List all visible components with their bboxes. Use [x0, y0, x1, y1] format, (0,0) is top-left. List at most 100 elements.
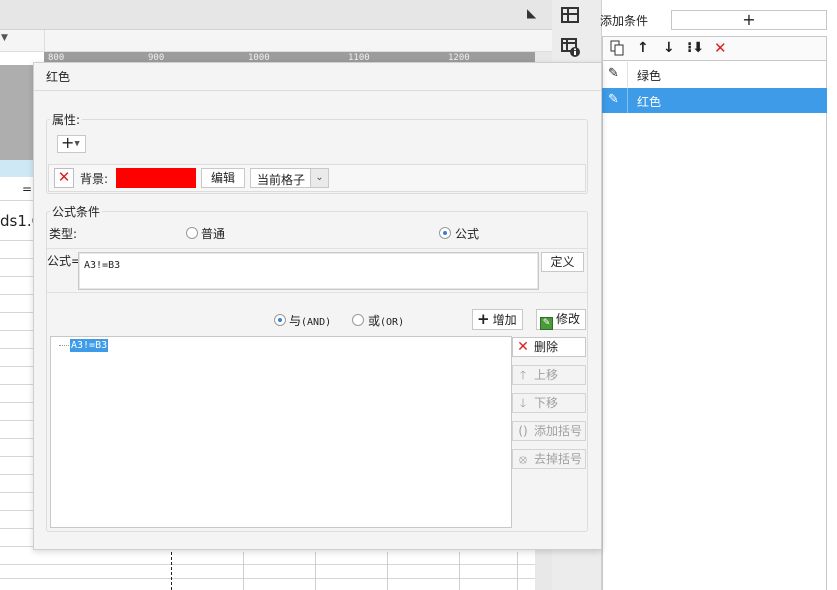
type-normal-label[interactable]: 普通: [201, 225, 225, 242]
logic-and-code: (AND): [301, 317, 332, 328]
chevron-down-icon[interactable]: ⌄: [310, 169, 328, 187]
plus-icon: +: [477, 310, 490, 328]
grid-line: [387, 552, 388, 590]
move-up-button[interactable]: 🡑 上移: [512, 365, 586, 385]
grid-line: [0, 276, 34, 277]
selected-row-header: [0, 160, 34, 177]
grid-line: [0, 546, 34, 547]
add-property-button[interactable]: +▼: [57, 135, 86, 153]
modify-condition-button[interactable]: ✎ 修改: [536, 309, 586, 330]
delete-icon: ✕: [517, 339, 529, 355]
type-normal-radio[interactable]: [186, 227, 198, 239]
add-condition-clause-button[interactable]: + 增加: [472, 309, 523, 330]
background-label: 背景:: [80, 172, 109, 186]
condition-label: 绿色: [637, 69, 662, 83]
type-formula-radio[interactable]: [439, 227, 451, 239]
cell-fragment-equals: =: [22, 182, 33, 196]
dialog-title: 红色: [46, 70, 71, 84]
divider: [47, 248, 587, 249]
layout-grid-icon[interactable]: [561, 7, 579, 23]
condition-toolbar: ↑ ↓ ⁝⬇ ✕: [602, 36, 827, 61]
condition-tree[interactable]: A3!=B3: [50, 336, 512, 528]
remove-bracket-icon: ⦻: [519, 452, 527, 466]
tree-connector: [59, 345, 69, 346]
dropdown-arrow-icon: ▼: [74, 139, 80, 148]
type-label: 类型:: [49, 227, 78, 241]
formula-input-value: A3!=B3: [84, 260, 121, 271]
add-bracket-label: 添加括号: [534, 424, 583, 438]
define-formula-button[interactable]: 定义: [541, 252, 584, 272]
type-formula-label[interactable]: 公式: [455, 225, 479, 242]
grid-line: [0, 564, 535, 565]
logic-and-text: 与: [289, 314, 302, 328]
edit-background-button[interactable]: 编辑: [201, 168, 245, 188]
move-to-bottom-icon[interactable]: ⁝⬇: [687, 40, 704, 56]
scope-select[interactable]: 当前格子 ⌄: [250, 168, 329, 188]
grid-line: [0, 578, 535, 579]
add-bracket-button[interactable]: () 添加括号: [512, 421, 586, 441]
condition-list: [602, 61, 827, 590]
grid-line: [0, 200, 34, 201]
divider: [47, 292, 587, 293]
copy-icon[interactable]: [610, 40, 624, 60]
grid-line: [0, 384, 34, 385]
background-color-swatch[interactable]: [116, 168, 196, 188]
grid-line: [0, 474, 34, 475]
delete-clause-button[interactable]: ✕ 删除: [512, 337, 586, 357]
logic-or-code: (OR): [380, 317, 405, 328]
divider: [627, 62, 628, 87]
arrow-up-icon[interactable]: ↑: [637, 40, 649, 56]
modify-label: 修改: [556, 312, 581, 326]
arrow-down-icon: 🡓: [519, 396, 527, 410]
grid-line: [0, 438, 34, 439]
arrow-down-icon[interactable]: ↓: [663, 40, 675, 56]
arrow-up-icon: 🡑: [519, 368, 527, 382]
remove-property-button[interactable]: ✕: [54, 168, 74, 188]
grid-line: [0, 294, 34, 295]
pencil-icon: ✎: [608, 66, 619, 81]
panel-menu-icon[interactable]: ◣: [527, 6, 536, 20]
grid-line: [0, 366, 34, 367]
logic-or-radio[interactable]: [352, 314, 364, 326]
sheet-shaded-area: [0, 65, 34, 160]
grid-line: [0, 492, 34, 493]
formula-input[interactable]: A3!=B3: [78, 252, 539, 290]
condition-item-green[interactable]: ✎ 绿色: [602, 62, 827, 87]
delete-icon[interactable]: ✕: [714, 40, 727, 56]
column-divider: [44, 30, 45, 52]
divider: [627, 88, 628, 113]
pencil-icon: ✎: [608, 92, 619, 107]
logic-and-radio[interactable]: [274, 314, 286, 326]
grid-line: [0, 456, 34, 457]
scope-value: 当前格子: [257, 173, 306, 187]
grid-line: [0, 330, 34, 331]
delete-label: 删除: [534, 340, 559, 354]
formula-label: 公式=: [47, 254, 82, 268]
grid-line: [0, 402, 34, 403]
divider: [34, 90, 601, 91]
grid-line: [315, 552, 316, 590]
grid-line: [243, 552, 244, 590]
page-break-line: [171, 552, 172, 590]
logic-or-text: 或: [368, 314, 381, 328]
condition-item-red[interactable]: ✎ 红色: [602, 88, 827, 113]
cell-properties-icon[interactable]: [561, 38, 581, 58]
formula-condition-label: 公式条件: [50, 203, 103, 220]
move-up-label: 上移: [534, 368, 559, 382]
grid-line: [0, 528, 34, 529]
remove-bracket-label: 去掉括号: [534, 452, 583, 466]
grid-line: [0, 420, 34, 421]
grid-line: [0, 348, 34, 349]
modify-icon: ✎: [540, 317, 553, 330]
grid-line: [0, 258, 34, 259]
logic-and-label[interactable]: 与(AND): [289, 312, 331, 329]
move-down-button[interactable]: 🡓 下移: [512, 393, 586, 413]
chevron-down-icon[interactable]: ▼: [1, 33, 8, 43]
add-condition-label: 添加条件: [600, 14, 649, 28]
logic-or-label[interactable]: 或(OR): [368, 312, 404, 329]
tree-item[interactable]: A3!=B3: [70, 339, 109, 352]
add-condition-button[interactable]: +: [671, 10, 827, 30]
add-label: 增加: [492, 313, 517, 327]
remove-bracket-button[interactable]: ⦻ 去掉括号: [512, 449, 586, 469]
sheet-toolbar: [0, 0, 552, 30]
